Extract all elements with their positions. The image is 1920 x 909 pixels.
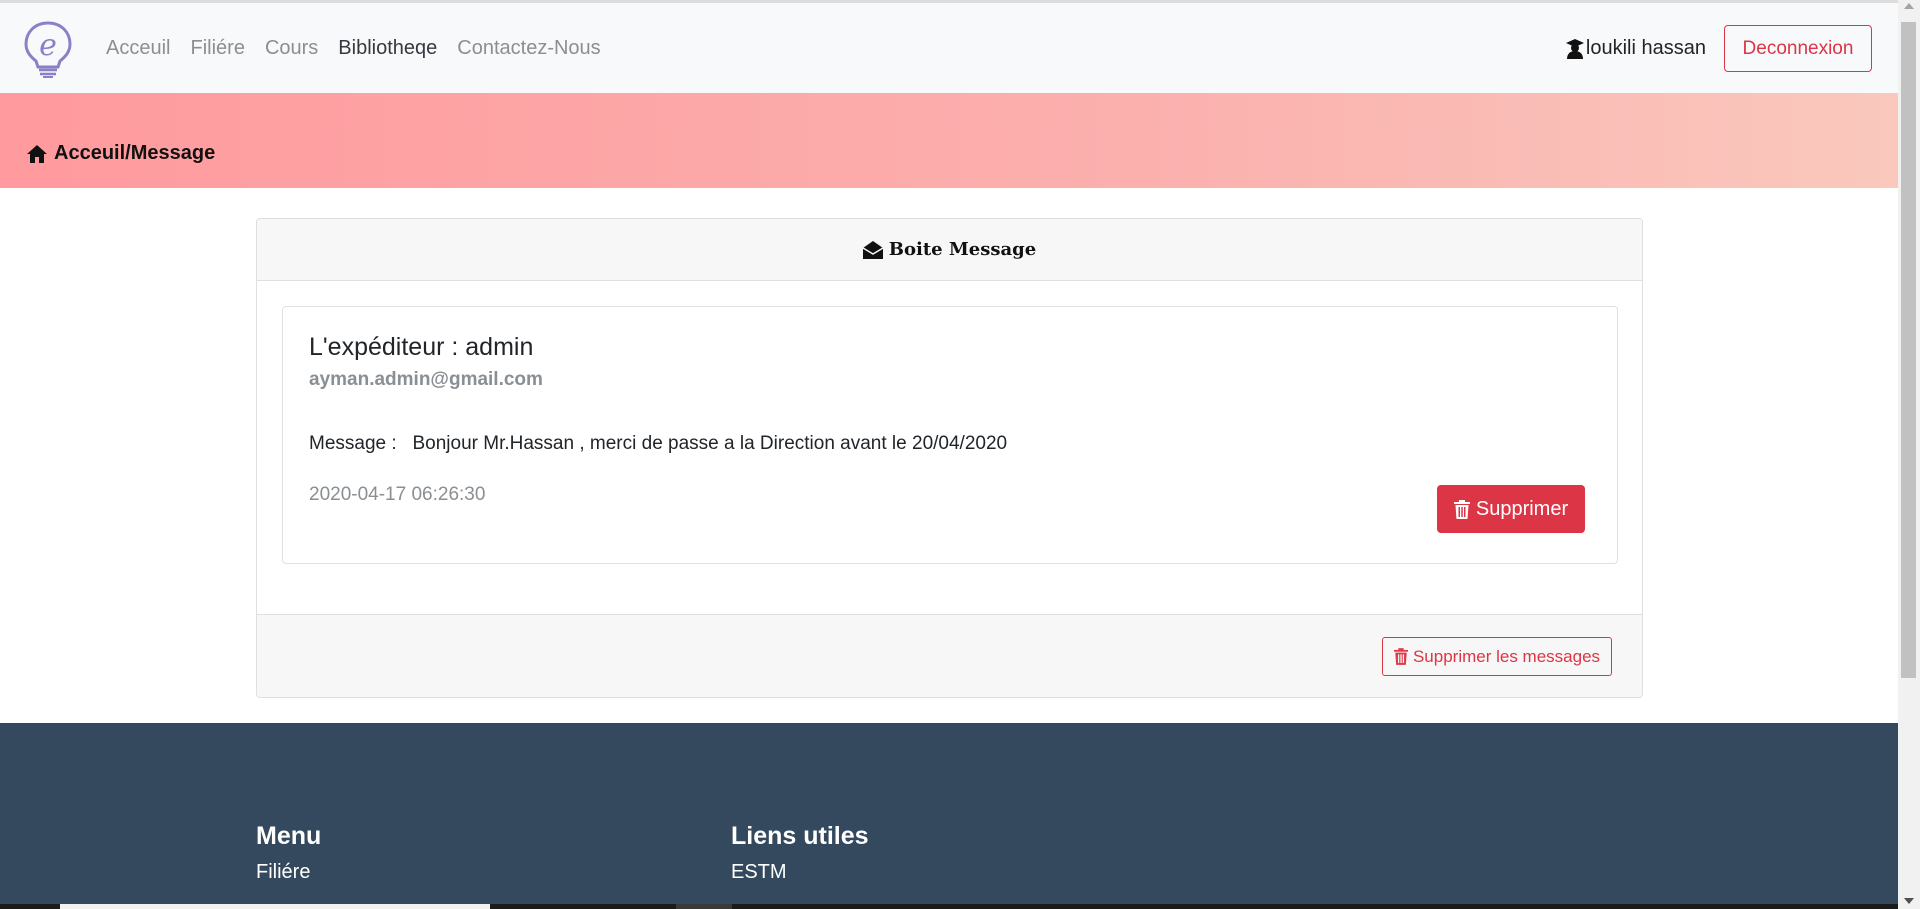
trash-icon [1453, 499, 1470, 519]
footer-link-filiere[interactable]: Filiére [256, 861, 321, 884]
footer-links-column: Liens utiles ESTM [731, 822, 869, 884]
message-email: ayman.admin@gmail.com [309, 369, 543, 390]
scrollbar-thumb[interactable] [1901, 22, 1916, 678]
scroll-down-arrow-icon[interactable] [1904, 898, 1914, 904]
bottom-taskbar-strip [0, 904, 1898, 909]
navbar: e Acceuil Filiére Cours Bibliotheqe Cont… [0, 3, 1898, 93]
nav-link-acceuil[interactable]: Acceuil [106, 37, 170, 60]
svg-text:e: e [39, 28, 57, 63]
card-title: Boite Message [888, 239, 1037, 260]
card-header: Boite Message [257, 219, 1642, 281]
delete-message-button[interactable]: Supprimer [1437, 485, 1585, 533]
footer-links-title: Liens utiles [731, 822, 869, 850]
breadcrumb: Acceuil/Message [26, 142, 215, 165]
message-item: L'expéditeur : admin ayman.admin@gmail.c… [282, 306, 1618, 564]
trash-icon [1393, 648, 1408, 665]
user-name: loukili hassan [1585, 37, 1706, 59]
nav-link-filiere[interactable]: Filiére [190, 37, 244, 60]
footer-menu-title: Menu [256, 822, 322, 850]
scroll-up-arrow-icon[interactable] [1904, 3, 1914, 9]
footer-menu-column: Menu Filiére [256, 822, 321, 884]
user-graduate-icon [1565, 38, 1584, 59]
card-footer: Supprimer les messages [257, 614, 1642, 697]
vertical-scrollbar[interactable] [1898, 0, 1920, 909]
home-icon[interactable] [26, 144, 48, 164]
message-box-card: Boite Message L'expéditeur : admin ayman… [256, 218, 1643, 698]
message-sender: L'expéditeur : admin [309, 333, 534, 361]
message-body: Message : Bonjour Mr.Hassan , merci de p… [309, 433, 1008, 454]
nav-link-contact[interactable]: Contactez-Nous [457, 37, 600, 60]
nav-links: Acceuil Filiére Cours Bibliotheqe Contac… [106, 37, 601, 60]
delete-message-label: Supprimer [1475, 497, 1569, 520]
envelope-open-icon [862, 240, 883, 259]
delete-all-messages-button[interactable]: Supprimer les messages [1382, 637, 1612, 676]
logo-lightbulb-icon[interactable]: e [18, 19, 78, 79]
logout-button[interactable]: Deconnexion [1724, 25, 1872, 72]
footer-link-estm[interactable]: ESTM [731, 861, 869, 884]
nav-link-cours[interactable]: Cours [265, 37, 318, 60]
user-info: loukili hassan [1565, 37, 1706, 60]
breadcrumb-text: Acceuil/Message [54, 142, 216, 164]
nav-link-bibliotheque[interactable]: Bibliotheqe [338, 37, 437, 60]
page-banner: Acceuil/Message [0, 93, 1898, 188]
delete-all-label: Supprimer les messages [1412, 646, 1601, 666]
site-footer: Menu Filiére Liens utiles ESTM [0, 723, 1898, 909]
message-date: 2020-04-17 06:26:30 [309, 484, 486, 505]
